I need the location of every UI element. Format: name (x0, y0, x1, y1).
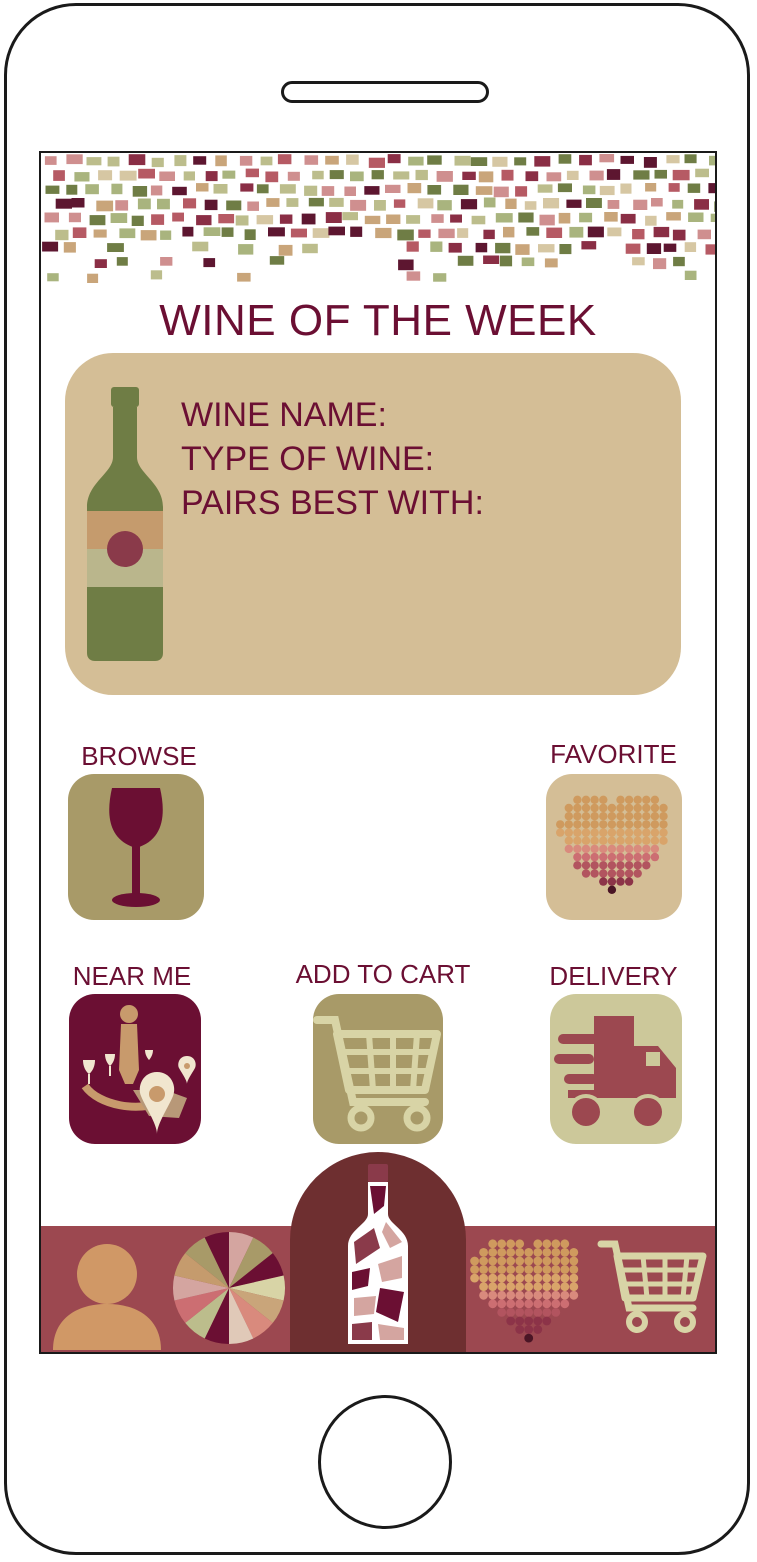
home-button[interactable] (318, 1395, 452, 1529)
heart-icon (556, 795, 668, 894)
favorite-label: FAVORITE (550, 739, 677, 769)
delivery-label: DELIVERY (549, 961, 678, 991)
app-screen: WINE OF THE WEEK WINE NAME: TYPE OF WINE… (39, 151, 717, 1354)
speaker-slot (281, 81, 489, 103)
delivery-tile[interactable] (550, 994, 682, 1144)
wine-bottle-map-icon[interactable] (290, 1152, 466, 1354)
wine-wheel-icon[interactable] (171, 1230, 287, 1346)
near-me-label: NEAR ME (72, 961, 192, 991)
add-to-cart-label: ADD TO CART (295, 959, 471, 989)
wine-bottle-icon (87, 387, 163, 661)
wine-name-label: WINE NAME: (181, 396, 387, 434)
cart-icon (313, 1016, 441, 1132)
wine-of-the-week-card[interactable]: WINE NAME: TYPE OF WINE: PAIRS BEST WITH… (65, 353, 681, 695)
location-pin-icon (81, 1005, 196, 1134)
browse-label: BROWSE (81, 741, 197, 771)
pairing-label: PAIRS BEST WITH: (181, 484, 484, 522)
nav-cart-icon[interactable] (597, 1238, 709, 1334)
wine-type-label: TYPE OF WINE: (181, 440, 435, 478)
page-title: WINE OF THE WEEK (159, 296, 597, 345)
wine-glass-icon (109, 788, 163, 907)
near-me-tile[interactable] (69, 994, 201, 1144)
profile-icon[interactable] (49, 1242, 165, 1350)
confetti-banner (42, 154, 715, 283)
favorite-tile[interactable] (546, 774, 682, 920)
delivery-truck-icon (554, 1016, 676, 1130)
favorites-heart-icon[interactable] (463, 1236, 593, 1352)
add-to-cart-tile[interactable] (313, 994, 443, 1144)
browse-tile[interactable] (68, 774, 204, 920)
